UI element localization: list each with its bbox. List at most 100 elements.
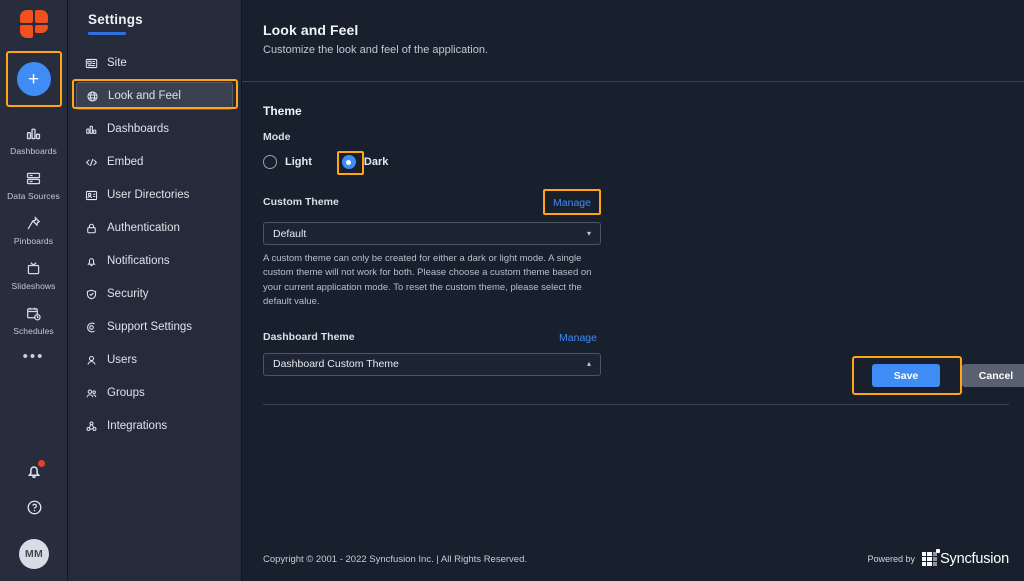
- rail-item-label: Pinboards: [13, 236, 54, 246]
- integrations-icon: [84, 419, 98, 433]
- dashboard-theme-manage-link[interactable]: Manage: [559, 332, 597, 344]
- chevron-up-icon: ▴: [586, 359, 591, 369]
- syncfusion-mark-icon: [922, 548, 941, 567]
- custom-theme-selected-value: Default: [273, 227, 307, 240]
- rail-item-dashboards[interactable]: Dashboards: [0, 119, 67, 160]
- bar-chart-icon: [84, 122, 98, 136]
- settings-title-underline: [88, 32, 126, 35]
- sidebar-item-user-directories[interactable]: User Directories: [76, 181, 233, 209]
- sidebar-item-look-and-feel[interactable]: Look and Feel: [76, 82, 233, 110]
- sidebar-item-label: User Directories: [107, 189, 190, 201]
- rail-item-label: Data Sources: [7, 191, 60, 201]
- chevron-down-icon: ▾: [586, 228, 591, 238]
- dashboard-theme-manage-wrap[interactable]: Manage: [559, 328, 601, 346]
- sidebar-item-users[interactable]: Users: [76, 346, 233, 374]
- sidebar-item-label: Integrations: [107, 420, 168, 432]
- radio-light[interactable]: [263, 155, 277, 169]
- help-button[interactable]: [25, 498, 44, 522]
- syncfusion-wordmark: Syncfusion: [940, 550, 1009, 567]
- syncfusion-app-logo-icon: [19, 10, 48, 38]
- mode-option-dark[interactable]: Dark: [336, 151, 393, 175]
- footer: Copyright © 2001 - 2022 Syncfusion Inc. …: [242, 537, 1024, 581]
- rail-item-label: Dashboards: [10, 146, 57, 156]
- custom-theme-manage-wrap[interactable]: Manage: [543, 189, 601, 215]
- sidebar-item-label: Security: [107, 288, 149, 300]
- settings-nav-list: Site Look and Feel Dashboards Embed User…: [68, 49, 241, 440]
- page-subtitle: Customize the look and feel of the appli…: [263, 44, 489, 56]
- id-card-icon: [84, 188, 98, 202]
- settings-title: Settings: [88, 12, 143, 27]
- settings-sidebar: Settings Site Look and Feel Dashboards E…: [68, 0, 242, 581]
- rail-item-more[interactable]: •••: [0, 344, 67, 366]
- powered-by-group: Powered by Syncfusion: [867, 548, 1009, 567]
- sidebar-item-label: Site: [107, 57, 127, 69]
- sidebar-item-site[interactable]: Site: [76, 49, 233, 77]
- mode-option-light[interactable]: Light: [263, 155, 312, 169]
- avatar-initials: MM: [24, 548, 44, 560]
- notifications-button[interactable]: [24, 460, 45, 481]
- bell-icon: [24, 466, 44, 485]
- lifebuoy-icon: [84, 320, 98, 334]
- sidebar-item-label: Notifications: [107, 255, 170, 267]
- sidebar-item-security[interactable]: Security: [76, 280, 233, 308]
- sidebar-item-label: Dashboards: [107, 123, 170, 135]
- application-window: + Dashboards Data Sources Pinboards Slid…: [0, 0, 1024, 581]
- left-icon-rail: + Dashboards Data Sources Pinboards Slid…: [0, 0, 68, 581]
- mode-label: Mode: [263, 131, 291, 143]
- create-new-button[interactable]: +: [16, 62, 51, 96]
- theme-section-title: Theme: [263, 104, 302, 118]
- rail-item-schedules[interactable]: Schedules: [0, 299, 67, 340]
- cancel-button[interactable]: Cancel: [962, 364, 1024, 387]
- mode-option-label: Light: [285, 156, 312, 168]
- sidebar-item-groups[interactable]: Groups: [76, 379, 233, 407]
- bell-icon: [84, 254, 98, 268]
- custom-theme-manage-link[interactable]: Manage: [553, 197, 591, 209]
- dashboard-theme-label: Dashboard Theme: [263, 330, 355, 343]
- site-icon: [84, 56, 98, 70]
- sidebar-item-integrations[interactable]: Integrations: [76, 412, 233, 440]
- rail-item-data-sources[interactable]: Data Sources: [0, 164, 67, 205]
- help-circle-icon: [25, 500, 44, 521]
- user-avatar[interactable]: MM: [19, 539, 49, 569]
- calendar-clock-icon: [25, 305, 42, 322]
- sidebar-item-dashboards[interactable]: Dashboards: [76, 115, 233, 143]
- rail-bottom-group: MM: [0, 460, 68, 569]
- users-icon: [84, 386, 98, 400]
- custom-theme-select[interactable]: Default ▾: [263, 222, 601, 245]
- sidebar-item-authentication[interactable]: Authentication: [76, 214, 233, 242]
- user-icon: [84, 353, 98, 367]
- database-icon: [25, 170, 42, 187]
- save-highlight-wrap: Save: [852, 356, 962, 395]
- form-divider: [263, 403, 1009, 405]
- syncfusion-logo: Syncfusion: [922, 548, 1009, 567]
- plus-icon: +: [27, 68, 40, 90]
- dashboard-theme-row: Dashboard Theme Manage: [263, 328, 601, 346]
- app-logo[interactable]: [14, 7, 54, 41]
- rail-item-label: Slideshows: [11, 281, 56, 291]
- radio-dark[interactable]: [341, 155, 356, 169]
- page-title: Look and Feel: [263, 22, 359, 38]
- sidebar-item-support-settings[interactable]: Support Settings: [76, 313, 233, 341]
- globe-icon: [85, 89, 99, 103]
- sidebar-item-label: Groups: [107, 387, 145, 399]
- sidebar-item-notifications[interactable]: Notifications: [76, 247, 233, 275]
- sidebar-item-label: Embed: [107, 156, 144, 168]
- save-button[interactable]: Save: [872, 364, 940, 387]
- shield-icon: [84, 287, 98, 301]
- main-content: Look and Feel Customize the look and fee…: [242, 0, 1024, 581]
- rail-item-pinboards[interactable]: Pinboards: [0, 209, 67, 250]
- rail-item-slideshows[interactable]: Slideshows: [0, 254, 67, 295]
- custom-theme-row: Custom Theme Manage: [263, 189, 601, 215]
- sidebar-item-embed[interactable]: Embed: [76, 148, 233, 176]
- rail-item-label: Schedules: [13, 326, 54, 336]
- dashboard-theme-selected-value: Dashboard Custom Theme: [273, 358, 399, 371]
- ellipsis-icon: •••: [22, 348, 45, 365]
- create-new-highlight: +: [5, 51, 62, 107]
- copyright-text: Copyright © 2001 - 2022 Syncfusion Inc. …: [263, 553, 527, 565]
- sidebar-item-label: Look and Feel: [108, 90, 181, 102]
- sidebar-item-label: Support Settings: [107, 321, 193, 333]
- dashboard-theme-select[interactable]: Dashboard Custom Theme ▴: [263, 352, 601, 376]
- notification-badge-dot: [38, 460, 45, 467]
- powered-by-label: Powered by: [867, 554, 916, 564]
- page-header: Look and Feel Customize the look and fee…: [242, 0, 1024, 82]
